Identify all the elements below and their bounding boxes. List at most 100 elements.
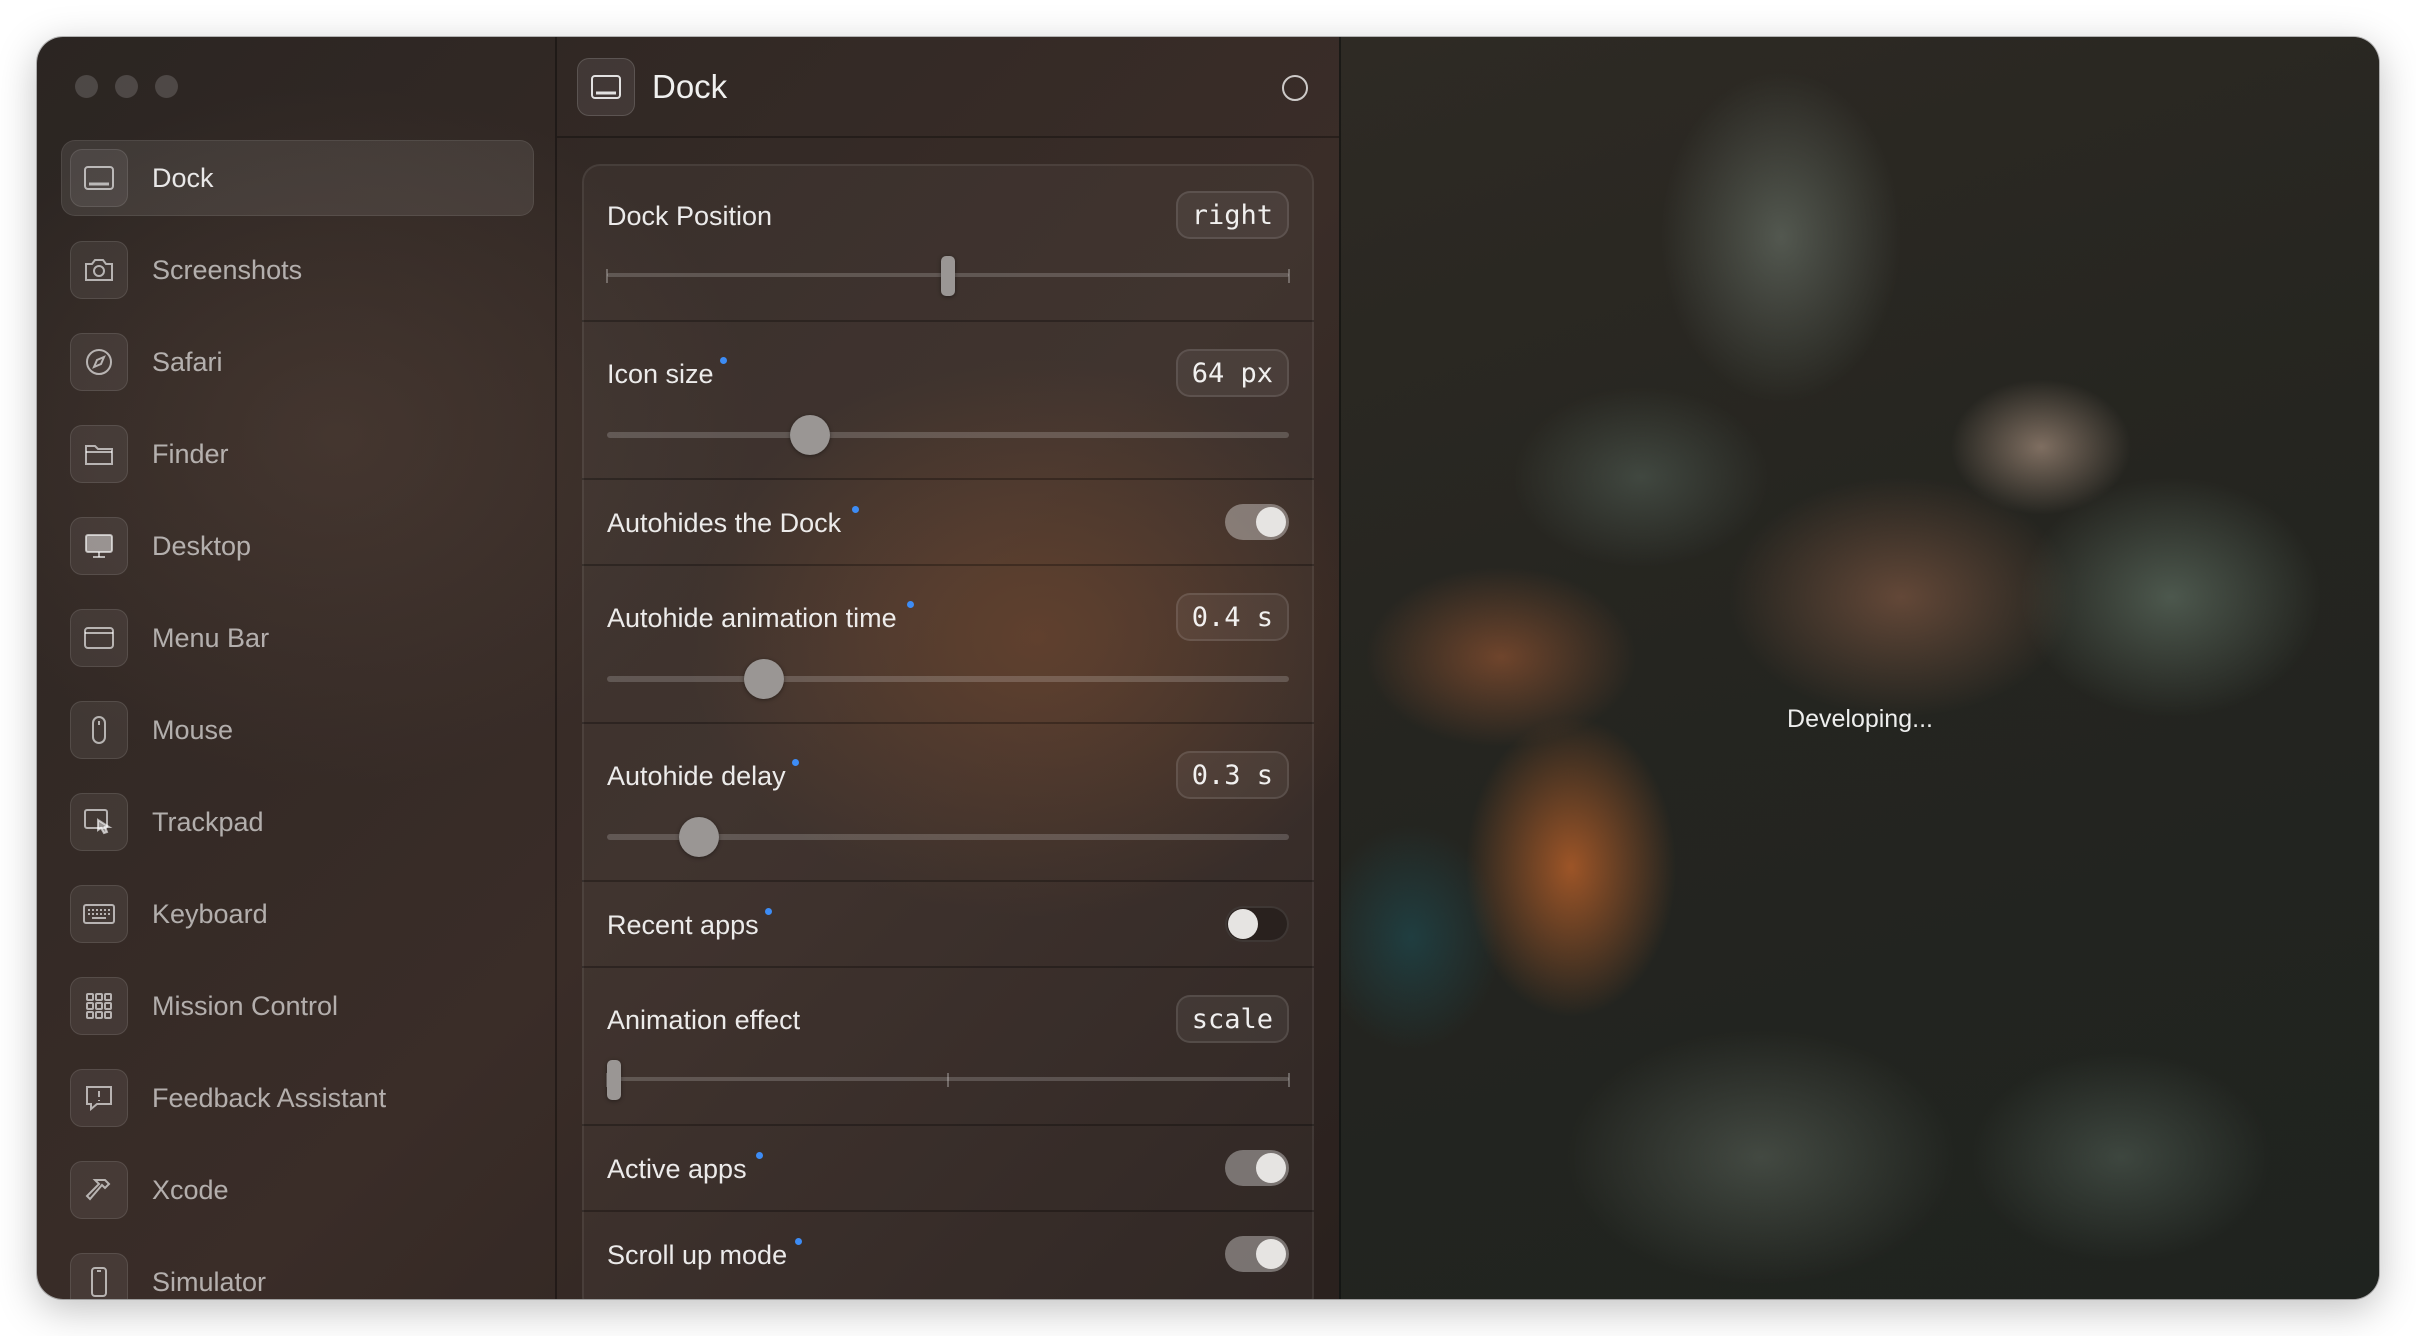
sidebar-item-label: Mouse xyxy=(152,714,234,745)
sidebar: Dock Screenshots Safari Finder Desktop M… xyxy=(37,37,557,1299)
preview-status: Developing... xyxy=(1787,705,1933,733)
minimize-button[interactable] xyxy=(115,75,138,98)
sidebar-item-label: Mission Control xyxy=(152,990,339,1021)
hammer-icon xyxy=(70,1161,128,1219)
sidebar-item-desktop[interactable]: Desktop xyxy=(61,508,534,584)
animation-effect-slider[interactable] xyxy=(606,1060,1290,1100)
setting-autohide-delay: Autohide delay 0.3 s xyxy=(582,724,1314,882)
app-window: Dock Screenshots Safari Finder Desktop M… xyxy=(37,37,2379,1299)
modified-indicator xyxy=(765,908,772,915)
sidebar-item-label: Desktop xyxy=(152,530,252,561)
sidebar-item-xcode[interactable]: Xcode xyxy=(61,1152,534,1228)
sidebar-item-label: Feedback Assistant xyxy=(152,1082,387,1113)
sidebar-item-dock[interactable]: Dock xyxy=(61,140,534,216)
value-badge: 64 px xyxy=(1175,349,1289,397)
window-controls xyxy=(75,75,178,98)
sidebar-item-safari[interactable]: Safari xyxy=(61,324,534,400)
slider-knob[interactable] xyxy=(941,256,955,296)
trackpad-icon xyxy=(70,793,128,851)
mouse-icon xyxy=(70,701,128,759)
sidebar-item-menu-bar[interactable]: Menu Bar xyxy=(61,600,534,676)
setting-autohide: Autohides the Dock xyxy=(582,480,1314,566)
setting-label: Autohides the Dock xyxy=(607,508,842,538)
setting-label: Recent apps xyxy=(607,910,759,940)
value-badge: scale xyxy=(1175,995,1289,1043)
setting-animation-effect: Animation effect scale xyxy=(582,968,1314,1126)
sidebar-item-simulator[interactable]: Simulator xyxy=(61,1244,534,1299)
setting-label: Icon size xyxy=(607,359,714,389)
sidebar-nav: Dock Screenshots Safari Finder Desktop M… xyxy=(61,140,534,1299)
sidebar-item-mouse[interactable]: Mouse xyxy=(61,692,534,768)
monitor-icon xyxy=(70,517,128,575)
sidebar-item-label: Menu Bar xyxy=(152,622,270,653)
autohide-delay-slider[interactable] xyxy=(607,817,1289,857)
setting-label: Scroll up mode xyxy=(607,1240,788,1270)
phone-icon xyxy=(70,1253,128,1299)
preview-area: Developing... xyxy=(1339,37,2379,1299)
setting-dock-position: Dock Position right xyxy=(582,164,1314,322)
setting-autohide-time: Autohide animation time 0.4 s xyxy=(582,566,1314,724)
sidebar-item-label: Keyboard xyxy=(152,898,268,929)
sidebar-item-label: Dock xyxy=(152,162,214,193)
slider-tick xyxy=(1288,269,1290,283)
camera-icon xyxy=(70,241,128,299)
feedback-icon xyxy=(70,1069,128,1127)
setting-label: Animation effect xyxy=(607,1005,801,1035)
sidebar-item-label: Simulator xyxy=(152,1266,267,1297)
keyboard-icon xyxy=(70,885,128,943)
slider-tick xyxy=(606,269,608,283)
toggle-thumb xyxy=(1228,909,1258,939)
setting-label: Autohide animation time xyxy=(607,603,897,633)
sidebar-item-screenshots[interactable]: Screenshots xyxy=(61,232,534,308)
icon-size-slider[interactable] xyxy=(607,415,1289,455)
sidebar-item-trackpad[interactable]: Trackpad xyxy=(61,784,534,860)
compass-icon xyxy=(70,333,128,391)
sidebar-item-keyboard[interactable]: Keyboard xyxy=(61,876,534,952)
setting-active-apps: Active apps xyxy=(582,1126,1314,1212)
setting-recent-apps: Recent apps xyxy=(582,882,1314,968)
slider-knob[interactable] xyxy=(789,415,830,455)
menubar-icon xyxy=(70,609,128,667)
dock-icon xyxy=(70,149,128,207)
value-badge: 0.3 s xyxy=(1175,751,1289,799)
value-badge: right xyxy=(1175,191,1289,239)
close-button[interactable] xyxy=(75,75,98,98)
recent-apps-toggle[interactable] xyxy=(1225,906,1289,942)
sidebar-item-label: Trackpad xyxy=(152,806,264,837)
setting-label: Autohide delay xyxy=(607,761,786,791)
setting-label: Active apps xyxy=(607,1154,747,1184)
dock-position-slider[interactable] xyxy=(606,256,1290,296)
slider-tick xyxy=(1288,1073,1290,1087)
sidebar-item-feedback-assistant[interactable]: Feedback Assistant xyxy=(61,1060,534,1136)
scroll-up-toggle[interactable] xyxy=(1225,1236,1289,1272)
zoom-button[interactable] xyxy=(155,75,178,98)
sidebar-item-label: Xcode xyxy=(152,1174,229,1205)
toggle-thumb xyxy=(1256,1239,1286,1269)
modified-indicator xyxy=(756,1152,763,1159)
toggle-thumb xyxy=(1256,1153,1286,1183)
reset-button[interactable] xyxy=(1282,75,1308,101)
grid-icon xyxy=(70,977,128,1035)
slider-knob[interactable] xyxy=(679,817,720,857)
slider-knob[interactable] xyxy=(607,1060,621,1100)
sidebar-item-finder[interactable]: Finder xyxy=(61,416,534,492)
settings-pane: Dock Dock Position right Icon size 64 px xyxy=(557,37,1339,1299)
modified-indicator xyxy=(852,506,859,513)
page-title: Dock xyxy=(652,67,728,105)
modified-indicator xyxy=(720,357,727,364)
modified-indicator xyxy=(907,601,914,608)
sidebar-item-mission-control[interactable]: Mission Control xyxy=(61,968,534,1044)
setting-icon-size: Icon size 64 px xyxy=(582,322,1314,480)
toggle-thumb xyxy=(1256,507,1286,537)
active-apps-toggle[interactable] xyxy=(1225,1150,1289,1186)
folder-icon xyxy=(70,425,128,483)
slider-tick xyxy=(947,1073,949,1087)
autohide-toggle[interactable] xyxy=(1225,504,1289,540)
autohide-time-slider[interactable] xyxy=(607,659,1289,699)
sidebar-item-label: Finder xyxy=(152,438,229,469)
modified-indicator xyxy=(795,1238,802,1245)
settings-card: Dock Position right Icon size 64 px Auto… xyxy=(582,164,1314,1299)
value-badge: 0.4 s xyxy=(1175,593,1289,641)
sidebar-item-label: Screenshots xyxy=(152,254,303,285)
slider-knob[interactable] xyxy=(743,659,784,699)
